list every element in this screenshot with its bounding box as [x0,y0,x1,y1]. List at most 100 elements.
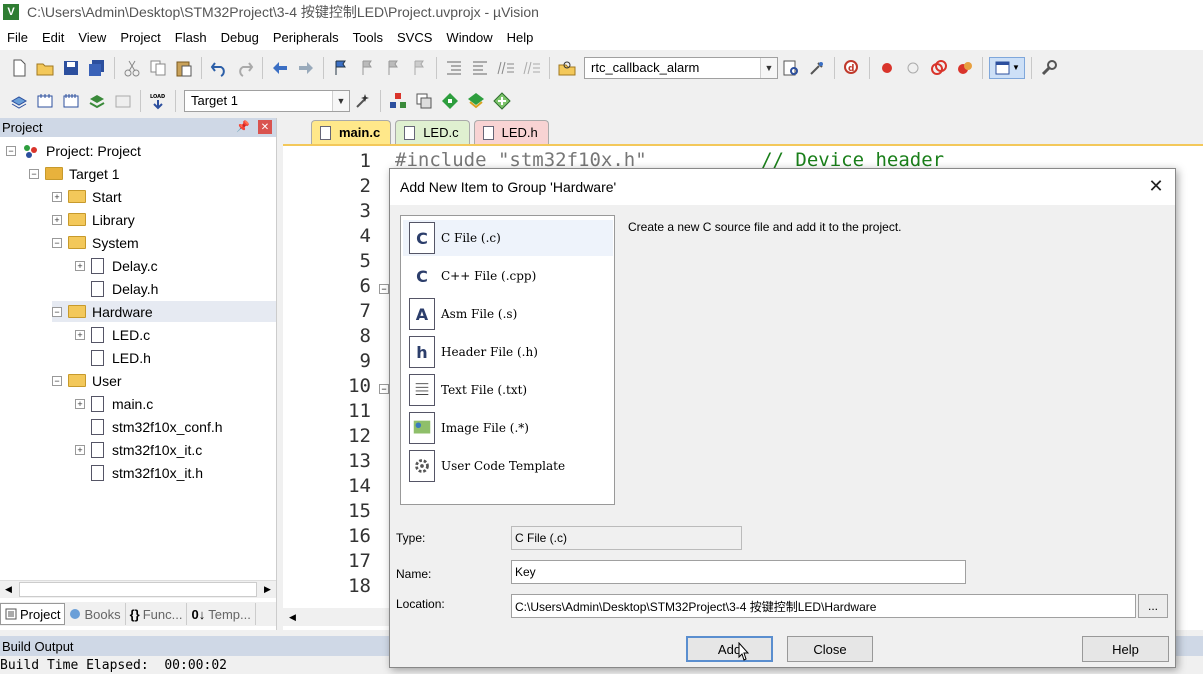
tree-item-group[interactable]: − System [52,232,139,253]
add-button[interactable]: Add [686,636,773,662]
menu-flash[interactable]: Flash [168,30,214,45]
redo-icon[interactable] [234,57,256,79]
download-load-icon[interactable]: LOAD [147,90,169,112]
scroll-thumb[interactable] [19,582,257,597]
manage-project-items-icon[interactable] [387,90,409,112]
breakpoint-kill-icon[interactable] [928,57,950,79]
help-button[interactable]: Help [1082,636,1169,662]
menu-peripherals[interactable]: Peripherals [266,30,346,45]
new-file-icon[interactable] [8,57,30,79]
expand-icon[interactable]: + [75,260,85,271]
list-item-header-file[interactable]: h Header File (.h) [403,334,613,370]
tree-item-group[interactable]: + Library [52,209,135,230]
run-time-environment-icon[interactable] [491,90,513,112]
bookmark-next-icon[interactable] [382,57,404,79]
tab-books[interactable]: Books [65,603,126,625]
tab-templates[interactable]: 0↓ Temp... [187,603,256,625]
location-input[interactable]: C:\Users\Admin\Desktop\STM32Project\3-4 … [511,594,1136,618]
rebuild-icon[interactable] [60,90,82,112]
debug-session-icon[interactable] [806,57,828,79]
tree-item-file[interactable]: + main.c [75,393,153,414]
breakpoint-kill-all-icon[interactable] [954,57,976,79]
editor-horizontal-scrollbar[interactable]: ◀ [283,608,393,626]
find-combo[interactable]: rtc_callback_alarm ▼ [584,56,778,79]
bookmark-prev-icon[interactable] [356,57,378,79]
expand-icon[interactable]: + [52,191,62,202]
collapse-icon[interactable]: − [6,145,16,156]
save-all-icon[interactable] [86,57,108,79]
cut-icon[interactable] [121,57,143,79]
fold-collapse-icon[interactable]: − [379,384,389,394]
menu-view[interactable]: View [71,30,113,45]
expand-icon[interactable]: + [75,398,85,409]
batch-build-icon[interactable] [86,90,108,112]
packs-installer-icon[interactable] [465,90,487,112]
list-item-image-file[interactable]: Image File (.*) [403,410,613,446]
comment-icon[interactable] [495,57,517,79]
tree-item-group-selected[interactable]: − Hardware [52,301,276,322]
configure-wrench-icon[interactable] [1038,57,1060,79]
tree-item-group[interactable]: − User [52,370,122,391]
undo-icon[interactable] [208,57,230,79]
fold-collapse-icon[interactable]: − [379,284,389,294]
breakpoint-disable-icon[interactable] [902,57,924,79]
pin-icon[interactable]: 📌 [236,120,250,133]
tab-project[interactable]: Project [0,603,66,625]
tree-item-group[interactable]: + Start [52,186,122,207]
collapse-icon[interactable]: − [52,306,62,317]
incremental-find-icon[interactable] [780,57,802,79]
tree-item-file[interactable]: stm32f10x_conf.h [91,416,223,437]
translate-icon[interactable] [8,90,30,112]
tree-item-file[interactable]: + LED.c [75,324,150,345]
chevron-down-icon[interactable]: ▼ [760,57,777,78]
tree-item-file[interactable]: Delay.h [91,278,158,299]
paste-icon[interactable] [173,57,195,79]
close-icon[interactable]: ✕ [1145,175,1167,197]
close-button[interactable]: Close [787,636,873,662]
close-icon[interactable]: ✕ [258,120,272,134]
list-item-text-file[interactable]: Text File (.txt) [403,372,613,408]
tree-item-file[interactable]: stm32f10x_it.h [91,462,203,483]
list-item-c-file[interactable]: C C File (.c) [403,220,613,256]
target-combo[interactable]: Target 1 ▼ [184,89,350,112]
expand-icon[interactable]: + [75,329,85,340]
menu-help[interactable]: Help [500,30,541,45]
scroll-left-icon[interactable]: ◀ [289,612,296,623]
tab-led-h[interactable]: LED.h [473,120,549,144]
file-extensions-icon[interactable] [413,90,435,112]
collapse-icon[interactable]: − [29,168,39,179]
scroll-left-icon[interactable]: ◀ [0,581,17,598]
browse-button[interactable]: ... [1138,594,1168,618]
project-horizontal-scrollbar[interactable]: ◀ ▶ [0,580,276,598]
tab-main-c[interactable]: main.c [311,120,392,144]
indent-icon[interactable] [443,57,465,79]
bookmark-icon[interactable] [330,57,352,79]
chevron-down-icon[interactable]: ▼ [332,90,349,111]
list-item-user-code-template[interactable]: User Code Template [403,448,613,484]
expand-icon[interactable]: + [52,214,62,225]
menu-window[interactable]: Window [439,30,499,45]
start-debug-icon[interactable]: d [841,57,863,79]
expand-icon[interactable]: + [75,444,85,455]
uncomment-icon[interactable] [521,57,543,79]
target-options-icon[interactable] [352,90,374,112]
bookmark-clear-icon[interactable] [408,57,430,79]
breakpoint-icon[interactable] [876,57,898,79]
tree-item-project[interactable]: − Project: Project [6,140,141,161]
list-item-cpp-file[interactable]: C C++ File (.cpp) [403,258,613,294]
nav-forward-icon[interactable] [295,57,317,79]
menu-tools[interactable]: Tools [346,30,390,45]
menu-debug[interactable]: Debug [214,30,266,45]
green-diamond-icon[interactable] [439,90,461,112]
tab-led-c[interactable]: LED.c [395,120,470,144]
collapse-icon[interactable]: − [52,375,62,386]
name-input[interactable]: Key [511,560,966,584]
menu-svcs[interactable]: SVCS [390,30,439,45]
menu-file[interactable]: File [0,30,35,45]
window-layout-icon[interactable]: ▼ [989,56,1025,79]
menu-edit[interactable]: Edit [35,30,71,45]
list-item-asm-file[interactable]: A Asm File (.s) [403,296,613,332]
collapse-icon[interactable]: − [52,237,62,248]
tree-item-file[interactable]: + Delay.c [75,255,158,276]
build-icon[interactable] [34,90,56,112]
